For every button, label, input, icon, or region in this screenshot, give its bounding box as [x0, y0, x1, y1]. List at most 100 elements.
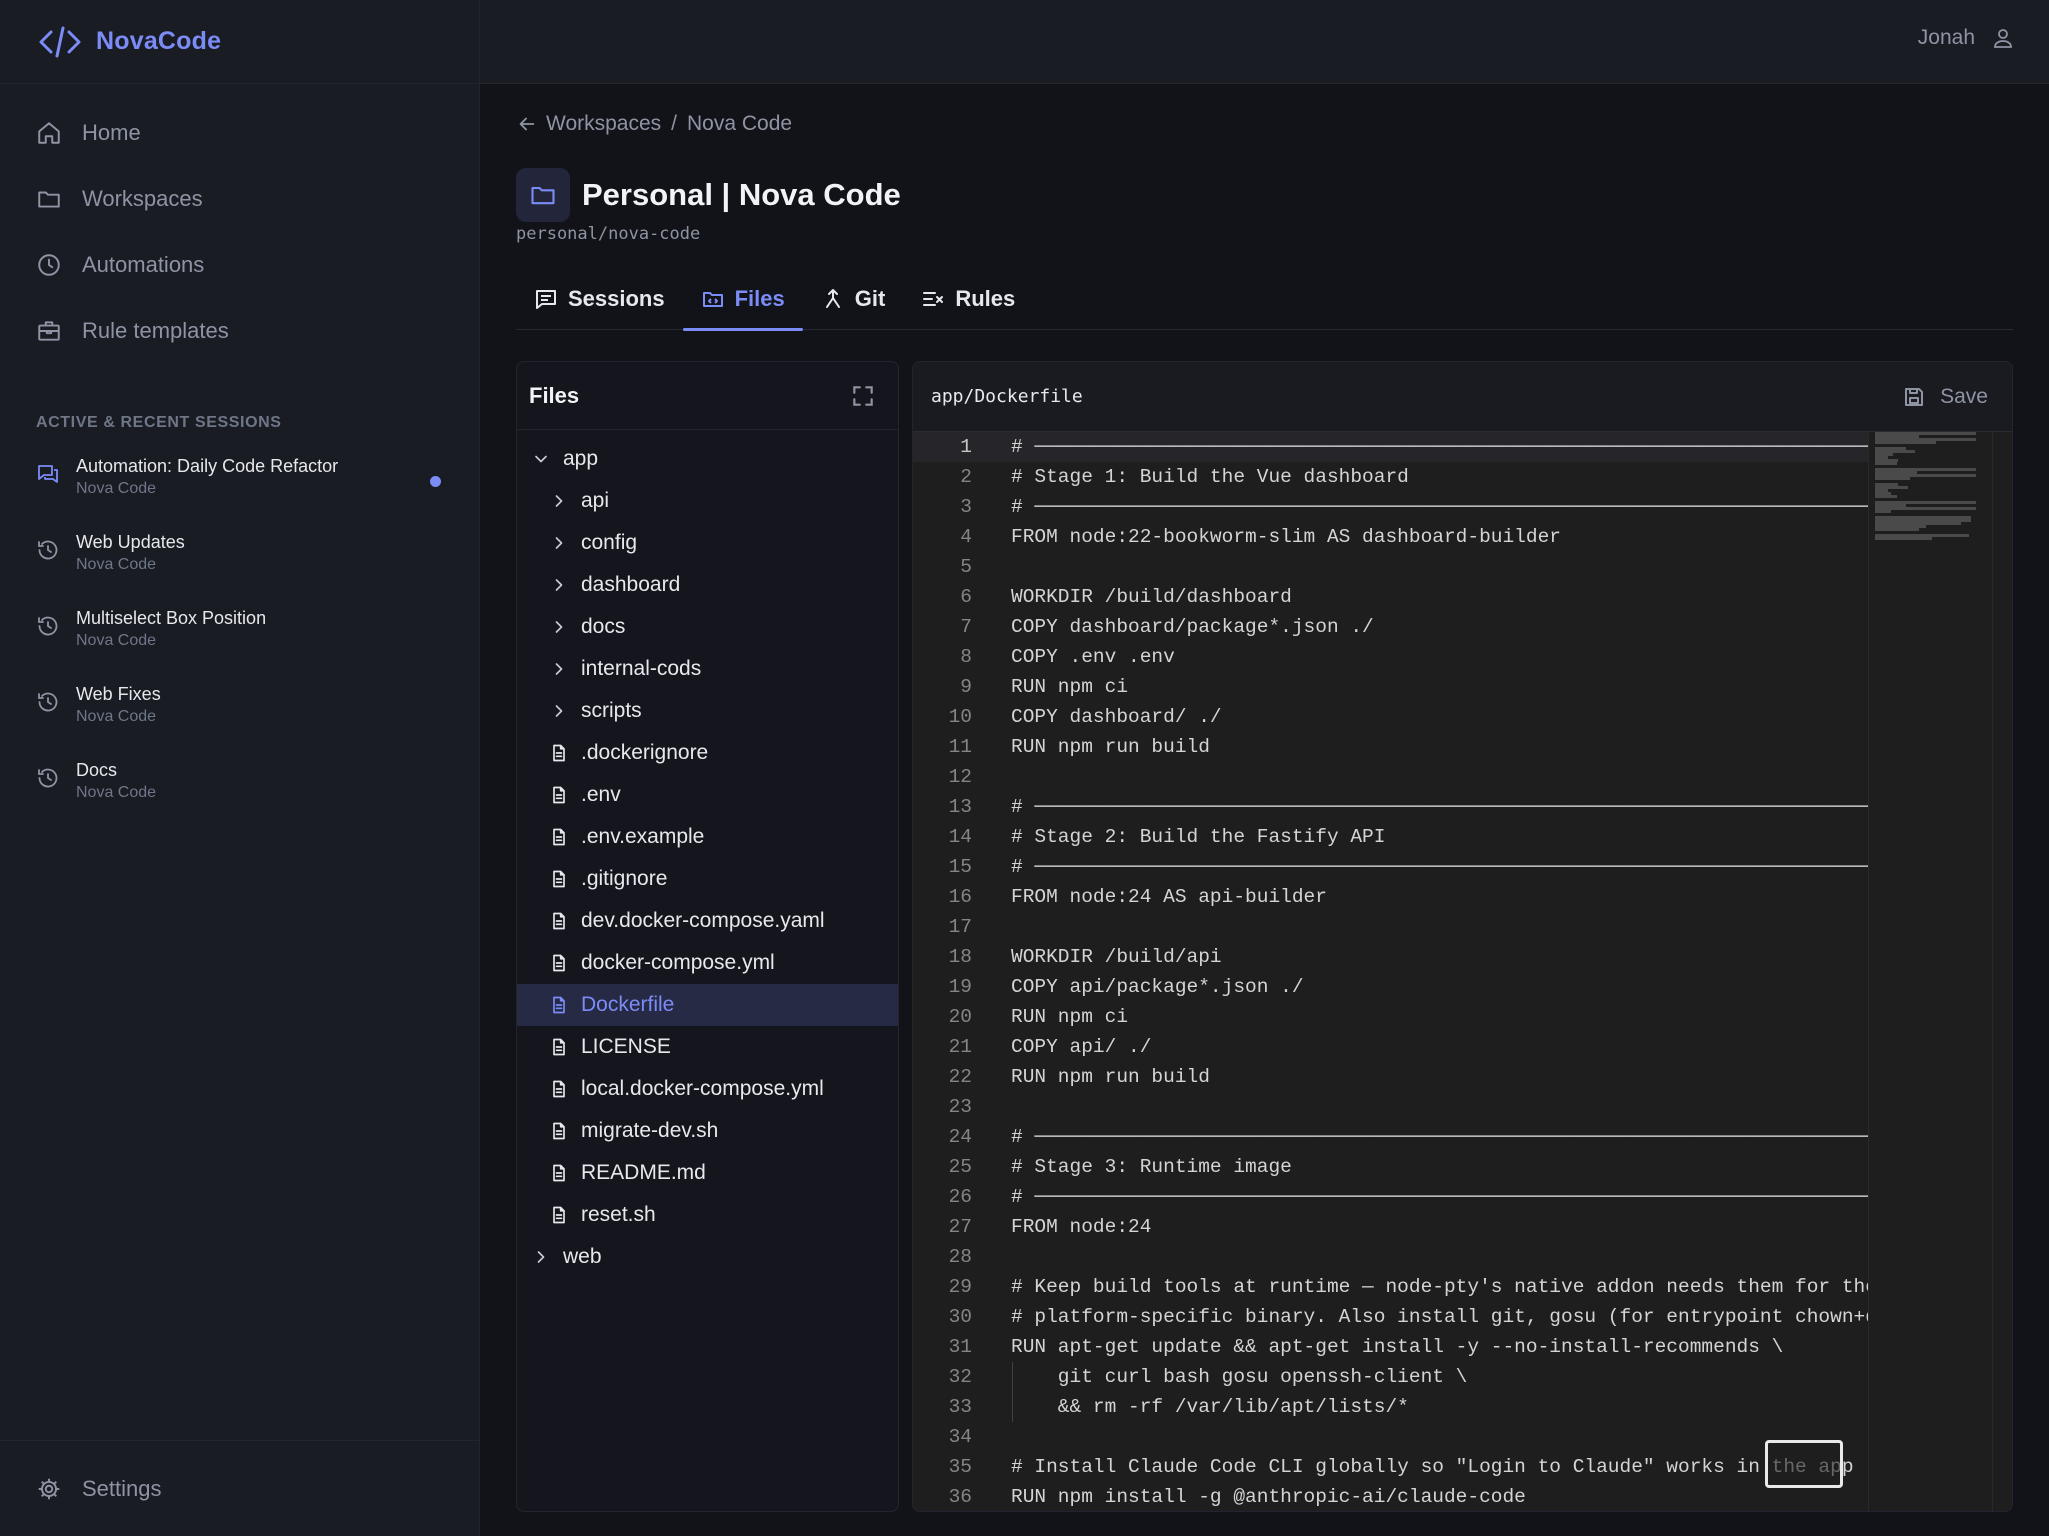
code-line[interactable]: 1 # ─────────────────────────────────────… [913, 432, 2012, 462]
code-line[interactable]: 31 RUN apt-get update && apt-get install … [913, 1332, 2012, 1362]
minimap[interactable] [1868, 432, 1992, 1511]
line-number: 14 [948, 826, 972, 848]
file-tree-file[interactable]: reset.sh [517, 1194, 898, 1236]
history-icon [38, 692, 58, 712]
chevron-right-icon [555, 537, 563, 549]
file-tree-folder[interactable]: internal-cods [517, 648, 898, 690]
file-tree-folder[interactable]: docs [517, 606, 898, 648]
code-line[interactable]: 27 FROM node:24 [913, 1212, 2012, 1242]
folder-icon [38, 191, 60, 208]
code-line[interactable]: 21 COPY api/ ./ [913, 1032, 2012, 1062]
session-item[interactable]: Web Updates Nova Code [0, 518, 479, 594]
file-tree-file[interactable]: local.docker-compose.yml [517, 1068, 898, 1110]
file-tree-folder[interactable]: dashboard [517, 564, 898, 606]
code-line[interactable]: 16 FROM node:24 AS api-builder [913, 882, 2012, 912]
code-line[interactable]: 23 [913, 1092, 2012, 1122]
file-tree-label: dev.docker-compose.yaml [581, 909, 825, 932]
file-tree-file[interactable]: dev.docker-compose.yaml [517, 900, 898, 942]
file-tree-file[interactable]: .gitignore [517, 858, 898, 900]
file-tree-file[interactable]: LICENSE [517, 1026, 898, 1068]
code-line[interactable]: 32 git curl bash gosu openssh-client \ [913, 1362, 2012, 1392]
session-subtitle: Nova Code [76, 480, 157, 497]
code-line[interactable]: 3 # ─────────────────────────────────────… [913, 492, 2012, 522]
code-line[interactable]: 35 # Install Claude Code CLI globally so … [913, 1452, 2012, 1482]
tab-rules[interactable]: Rules [903, 268, 1033, 330]
editor-scrollbar[interactable] [1992, 432, 2012, 1511]
code-line[interactable]: 6 WORKDIR /build/dashboard [913, 582, 2012, 612]
code-line[interactable]: 22 RUN npm run build [913, 1062, 2012, 1092]
nav-item-rule-templates[interactable]: Rule templates [0, 298, 479, 364]
session-item[interactable]: Docs Nova Code [0, 746, 479, 822]
expand-icon[interactable] [850, 383, 876, 409]
tab-files[interactable]: Files [682, 268, 803, 331]
file-explorer-title: Files [529, 382, 580, 408]
line-content: RUN npm ci [1011, 676, 1129, 698]
settings-link[interactable]: Settings [0, 1440, 479, 1536]
file-tree-folder[interactable]: app [517, 438, 898, 480]
breadcrumb-parent[interactable]: Workspaces [546, 112, 661, 136]
code-line[interactable]: 30 # platform-specific binary. Also insta… [913, 1302, 2012, 1332]
code-icon [39, 26, 81, 57]
tab-sessions[interactable]: Sessions [516, 268, 683, 330]
minimap-line [1875, 441, 1937, 444]
user-menu[interactable]: Jonah [1918, 26, 2015, 50]
code-line[interactable]: 29 # Keep build tools at runtime — node-p… [913, 1272, 2012, 1302]
file-tree-file[interactable]: .env.example [517, 816, 898, 858]
file-tree-folder[interactable]: api [517, 480, 898, 522]
code-area[interactable]: 1 # ─────────────────────────────────────… [913, 432, 2012, 1511]
code-line[interactable]: 9 RUN npm ci [913, 672, 2012, 702]
arrow-left-icon[interactable] [516, 113, 538, 135]
file-tree-file[interactable]: README.md [517, 1152, 898, 1194]
session-title: Automation: Daily Code Refactor [76, 456, 339, 476]
code-line[interactable]: 20 RUN npm ci [913, 1002, 2012, 1032]
code-line[interactable]: 25 # Stage 3: Runtime image [913, 1152, 2012, 1182]
save-button[interactable]: Save [1902, 385, 1988, 409]
code-line[interactable]: 14 # Stage 2: Build the Fastify API [913, 822, 2012, 852]
code-line[interactable]: 19 COPY api/package*.json ./ [913, 972, 2012, 1002]
file-tree-folder[interactable]: config [517, 522, 898, 564]
file-tree-folder[interactable]: web [517, 1236, 898, 1278]
file-icon [553, 744, 565, 762]
keyboard-icon[interactable] [1765, 1440, 1843, 1488]
session-item[interactable]: Automation: Daily Code Refactor Nova Cod… [0, 442, 479, 518]
code-line[interactable]: 13 # ────────────────────────────────────… [913, 792, 2012, 822]
nav-item-workspaces[interactable]: Workspaces [0, 166, 479, 232]
editor-header: app/Dockerfile Save [913, 362, 2012, 432]
code-line[interactable]: 17 [913, 912, 2012, 942]
code-line[interactable]: 28 [913, 1242, 2012, 1272]
session-item[interactable]: Multiselect Box Position Nova Code [0, 594, 479, 670]
file-tree-folder[interactable]: scripts [517, 690, 898, 732]
nav-item-home[interactable]: Home [0, 100, 479, 166]
tab-git[interactable]: Git [803, 268, 904, 330]
code-line[interactable]: 26 # ────────────────────────────────────… [913, 1182, 2012, 1212]
code-line[interactable]: 5 [913, 552, 2012, 582]
line-number: 28 [948, 1246, 972, 1268]
code-line[interactable]: 2 # Stage 1: Build the Vue dashboard [913, 462, 2012, 492]
file-tree-file[interactable]: Dockerfile [517, 984, 898, 1026]
nav-item-automations[interactable]: Automations [0, 232, 479, 298]
code-line[interactable]: 15 # ────────────────────────────────────… [913, 852, 2012, 882]
code-line[interactable]: 24 # ────────────────────────────────────… [913, 1122, 2012, 1152]
topbar: Jonah [480, 0, 2049, 84]
line-number: 33 [948, 1396, 972, 1418]
code-line[interactable]: 8 COPY .env .env [913, 642, 2012, 672]
minimap-line [1875, 495, 1898, 498]
code-line[interactable]: 18 WORKDIR /build/api [913, 942, 2012, 972]
file-tree-file[interactable]: .env [517, 774, 898, 816]
line-content: RUN npm ci [1011, 1006, 1129, 1028]
line-number: 4 [960, 526, 972, 548]
code-line[interactable]: 36 RUN npm install -g @anthropic-ai/claud… [913, 1482, 2012, 1511]
code-line[interactable]: 11 RUN npm run build [913, 732, 2012, 762]
session-item[interactable]: Web Fixes Nova Code [0, 670, 479, 746]
file-tree-file[interactable]: migrate-dev.sh [517, 1110, 898, 1152]
file-tree-file[interactable]: docker-compose.yml [517, 942, 898, 984]
file-tree-file[interactable]: .dockerignore [517, 732, 898, 774]
code-line[interactable]: 4 FROM node:22-bookworm-slim AS dashboard… [913, 522, 2012, 552]
code-line[interactable]: 7 COPY dashboard/package*.json ./ [913, 612, 2012, 642]
brand[interactable]: NovaCode [0, 0, 479, 84]
code-line[interactable]: 12 [913, 762, 2012, 792]
line-content: # Stage 3: Runtime image [1011, 1156, 1292, 1178]
code-line[interactable]: 34 [913, 1422, 2012, 1452]
code-line[interactable]: 10 COPY dashboard/ ./ [913, 702, 2012, 732]
code-line[interactable]: 33 && rm -rf /var/lib/apt/lists/* [913, 1392, 2012, 1422]
